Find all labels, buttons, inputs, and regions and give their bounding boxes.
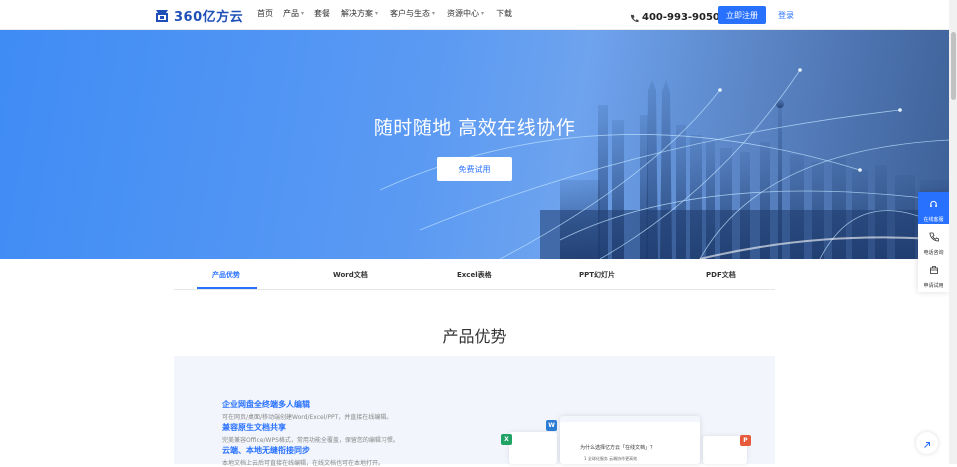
hero-title: 随时随地 高效在线协作 [373, 117, 576, 139]
feature-title: 兼容原生文档共享 [222, 423, 286, 432]
section-title: 产品优势 [442, 327, 507, 346]
nav-label: 首页 [257, 9, 273, 18]
brand-logo[interactable]: 360亿方云 [154, 6, 244, 25]
nav-item-download[interactable]: 下载 [496, 8, 512, 19]
feature-title: 企业网盘全终端多人编辑 [222, 400, 310, 409]
top-header: 360亿方云 首页 产品 ▾ 套餐 解决方案 ▾ 客户与生态 ▾ 资源中心 ▾ … [0, 0, 957, 30]
brand-name: 360亿方云 [174, 9, 244, 25]
nav-label: 下载 [496, 9, 513, 18]
nav-item-product[interactable]: 产品 ▾ [283, 8, 304, 19]
nav-label: 客户与生态 [390, 9, 431, 18]
feature-item: 企业网盘全终端多人编辑 可在网页/桌面/移动端创建Word/Excel/PPT，… [222, 399, 392, 421]
nav-label: 套餐 [314, 9, 331, 18]
chevron-down-icon: ▾ [301, 10, 305, 17]
scrollbar-thumb[interactable] [951, 32, 956, 100]
chevron-down-icon: ▾ [432, 10, 436, 17]
nav-label: 资源中心 [447, 9, 480, 18]
side-item-label: 在线客服 [923, 216, 944, 223]
ppt-icon: P [740, 435, 751, 446]
trial-icon [929, 260, 939, 279]
tab-excel[interactable]: Excel表格 [457, 270, 492, 280]
tab-ppt[interactable]: PPT幻灯片 [579, 270, 615, 280]
floating-service-bar: 在线客服 电话咨询 申请试用 [918, 192, 949, 292]
side-item-label: 电话咨询 [923, 249, 944, 256]
headset-icon [929, 194, 938, 213]
phone-consult-button[interactable]: 电话咨询 [918, 225, 949, 257]
feature-desc: 本地文档上云后可直接在线编辑，在线文档也可在本地打开。 [222, 460, 385, 467]
tab-pdf[interactable]: PDF文档 [706, 270, 736, 280]
mockup-doc-line: 1 全球化服务 云端协作更高效 [584, 456, 638, 461]
chevron-down-icon: ▾ [375, 10, 379, 17]
logo-icon [154, 7, 170, 23]
phone-icon [630, 8, 639, 27]
login-link[interactable]: 登录 [778, 10, 794, 21]
feature-desc: 完美兼容Office/WPS格式，常用功能全覆盖，保留您的编辑习惯。 [222, 437, 399, 444]
nav-item-solutions[interactable]: 解决方案 ▾ [341, 8, 378, 19]
feature-title: 云端、本地无缝衔接同步 [222, 446, 310, 455]
tab-advantages[interactable]: 产品优势 [212, 270, 240, 280]
word-icon: W [546, 420, 557, 431]
hero-banner: 随时随地 高效在线协作 免费试用 [0, 30, 949, 259]
product-tabs: 产品优势 Word文档 Excel表格 PPT幻灯片 PDF文档 [174, 259, 775, 290]
main-nav: 首页 产品 ▾ 套餐 解决方案 ▾ 客户与生态 ▾ 资源中心 ▾ 下载 [257, 8, 512, 19]
feature-desc: 可在网页/桌面/移动端创建Word/Excel/PPT，并直接在线编辑。 [222, 414, 393, 421]
excel-icon: X [501, 434, 512, 445]
online-service-button[interactable]: 在线客服 [918, 192, 949, 224]
phone-icon [929, 227, 939, 246]
phone-number: 400-993-9050 [642, 12, 720, 23]
nav-item-resources[interactable]: 资源中心 ▾ [447, 8, 484, 19]
hotline: 400-993-9050 [630, 8, 720, 27]
arrow-up-icon [923, 434, 931, 453]
nav-item-pricing[interactable]: 套餐 [314, 8, 330, 19]
back-to-top-button[interactable] [916, 432, 938, 454]
nav-label: 产品 [283, 9, 299, 18]
free-trial-button[interactable]: 免费试用 [437, 157, 512, 181]
nav-item-customers[interactable]: 客户与生态 ▾ [390, 8, 435, 19]
city-skyline-illustration [379, 68, 949, 259]
mockup-card-left [509, 432, 557, 464]
mockup-toolbar [560, 416, 700, 422]
feature-item: 兼容原生文档共享 完美兼容Office/WPS格式，常用功能全覆盖，保留您的编辑… [222, 422, 399, 444]
register-button[interactable]: 立即注册 [718, 6, 766, 24]
side-item-label: 申请试用 [923, 282, 944, 289]
chevron-down-icon: ▾ [481, 10, 485, 17]
nav-label: 解决方案 [341, 9, 374, 18]
mockup-doc-title: 为什么选择亿方云「在线文档」？ [580, 445, 656, 451]
nav-item-home[interactable]: 首页 [257, 8, 273, 19]
apply-trial-button[interactable]: 申请试用 [918, 258, 949, 290]
tab-word[interactable]: Word文档 [333, 270, 368, 280]
active-tab-indicator [197, 287, 257, 289]
